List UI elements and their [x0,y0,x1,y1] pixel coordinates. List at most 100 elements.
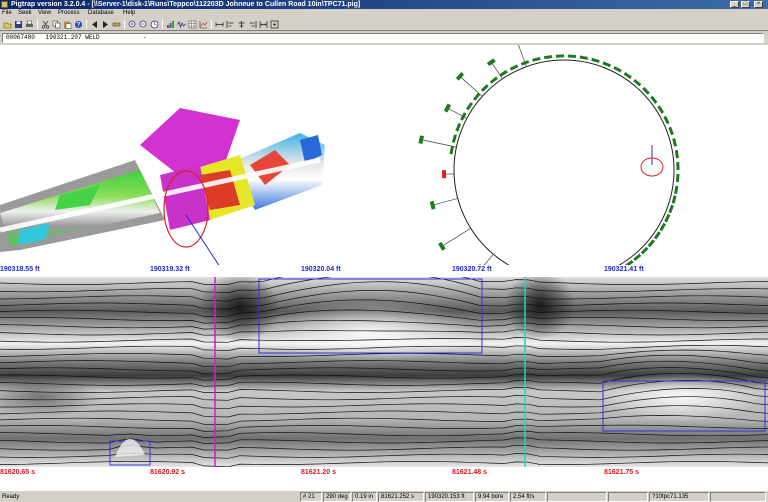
polar-sensor-view[interactable] [384,45,768,265]
menu-database[interactable]: Database [88,9,114,18]
status-speed: 2.54 ft/s [510,492,546,502]
zoom-in-icon[interactable] [128,20,137,29]
status-empty [608,492,648,502]
title-bar: Pigtrap version 3.2.0.4 - [\\Server-1\di… [0,0,768,9]
distance-icon[interactable] [215,20,224,29]
clock-icon[interactable] [150,20,159,29]
time-label: 81620.92 s [150,469,186,476]
sensor-marker [555,54,565,58]
sensor-marker [543,55,553,60]
time-label: 81621.75 s [604,469,640,476]
maximize-button[interactable]: □ [741,1,750,8]
pipe-3d-view[interactable] [0,45,384,265]
menu-process[interactable]: Process [58,9,80,18]
align-right-icon[interactable] [248,20,257,29]
sensor-spike [459,76,483,97]
status-file: ?10tpc71.135 [649,492,709,502]
menu-view[interactable]: View [38,9,51,18]
menu-bar: File Seek View Process Database Help [0,9,768,18]
toolbar: ? [0,18,768,31]
status-empty [710,492,766,502]
sensor-marker [613,66,622,73]
sensor-spike [483,254,494,265]
sensor-marker [674,185,679,194]
bar-chart-icon[interactable] [166,20,175,29]
sensor-marker [672,138,678,147]
sensor-marker [418,135,424,144]
sensor-marker [429,200,436,210]
feature-distance: 190321.207 [45,34,82,41]
sensor-marker-alert [441,170,447,179]
paste-icon[interactable] [63,20,72,29]
distance-label: 190318.55 ft [0,266,40,273]
sensor-marker [486,58,496,67]
sensor-marker [532,56,541,62]
sensor-marker [591,57,600,63]
sensor-marker [674,149,679,159]
sensor-spike [432,198,458,206]
toolbar-separator [124,20,125,29]
toolbar-separator [211,20,212,29]
stop-icon[interactable] [112,20,121,29]
sensor-spike [491,62,503,80]
distance-label: 190321.41 ft [604,266,644,273]
fit-width-icon[interactable] [259,20,268,29]
status-ready: Ready [2,494,20,500]
time-label: 81620.65 s [0,469,36,476]
toolbar-separator [37,20,38,29]
feature-info-field[interactable]: 00067480 190321.207 WELD - [2,33,764,43]
status-sensor: # 21 [300,492,322,502]
sensor-marker [676,161,680,171]
sensor-marker [668,204,674,214]
sensor-marker [455,123,462,132]
sensor-markers [418,45,680,265]
align-center-icon[interactable] [237,20,246,29]
sensor-marker [438,241,446,251]
status-bar: Ready # 21 290 deg 0.19 in 81621.252 s 1… [0,490,768,502]
distance-label: 190320.04 ft [301,266,341,273]
minimize-button[interactable]: _ [730,1,739,8]
sensor-marker [509,64,519,71]
sensor-spike [421,139,457,148]
menu-seek[interactable]: Seek [18,9,32,18]
app-icon[interactable] [1,1,8,8]
zoom-out-icon[interactable] [139,20,148,29]
status-empty [547,492,607,502]
align-left-icon[interactable] [226,20,235,29]
reverse-icon[interactable] [90,20,99,29]
sensor-marker [671,195,677,204]
grid-icon[interactable] [188,20,197,29]
sensor-marker [443,103,452,113]
status-angle: 290 deg [323,492,351,502]
toolbar-separator [86,20,87,29]
menu-help[interactable]: Help [123,9,135,18]
feature-type: WELD [85,34,100,41]
distance-label: 190319.32 ft [150,266,190,273]
play-icon[interactable] [101,20,110,29]
cursor-line [185,214,220,265]
distance-label: 190320.72 ft [452,266,492,273]
waveform-icon[interactable] [177,20,186,29]
copy-icon[interactable] [52,20,61,29]
feature-id: 00067480 [6,34,35,41]
open-icon[interactable] [3,20,12,29]
status-depth: 0.19 in [352,492,377,502]
time-label: 81621.20 s [301,469,337,476]
sensor-marker [579,55,588,60]
sensor-marker [567,54,577,59]
close-button[interactable]: × [754,1,763,8]
sensor-marker [602,61,611,68]
fit-all-icon[interactable] [270,20,279,29]
save-icon[interactable] [14,20,23,29]
svg-text:?: ? [77,23,81,29]
menu-file[interactable]: File [2,9,12,18]
cut-icon[interactable] [41,20,50,29]
sensor-marker [675,173,680,183]
sensor-marker [663,115,670,125]
chart-icon[interactable] [199,20,208,29]
sensor-marker [664,213,671,223]
sensor-spike [441,227,471,247]
sensor-trace-view[interactable] [0,277,768,467]
print-icon[interactable] [25,20,34,29]
help-icon[interactable]: ? [74,20,83,29]
